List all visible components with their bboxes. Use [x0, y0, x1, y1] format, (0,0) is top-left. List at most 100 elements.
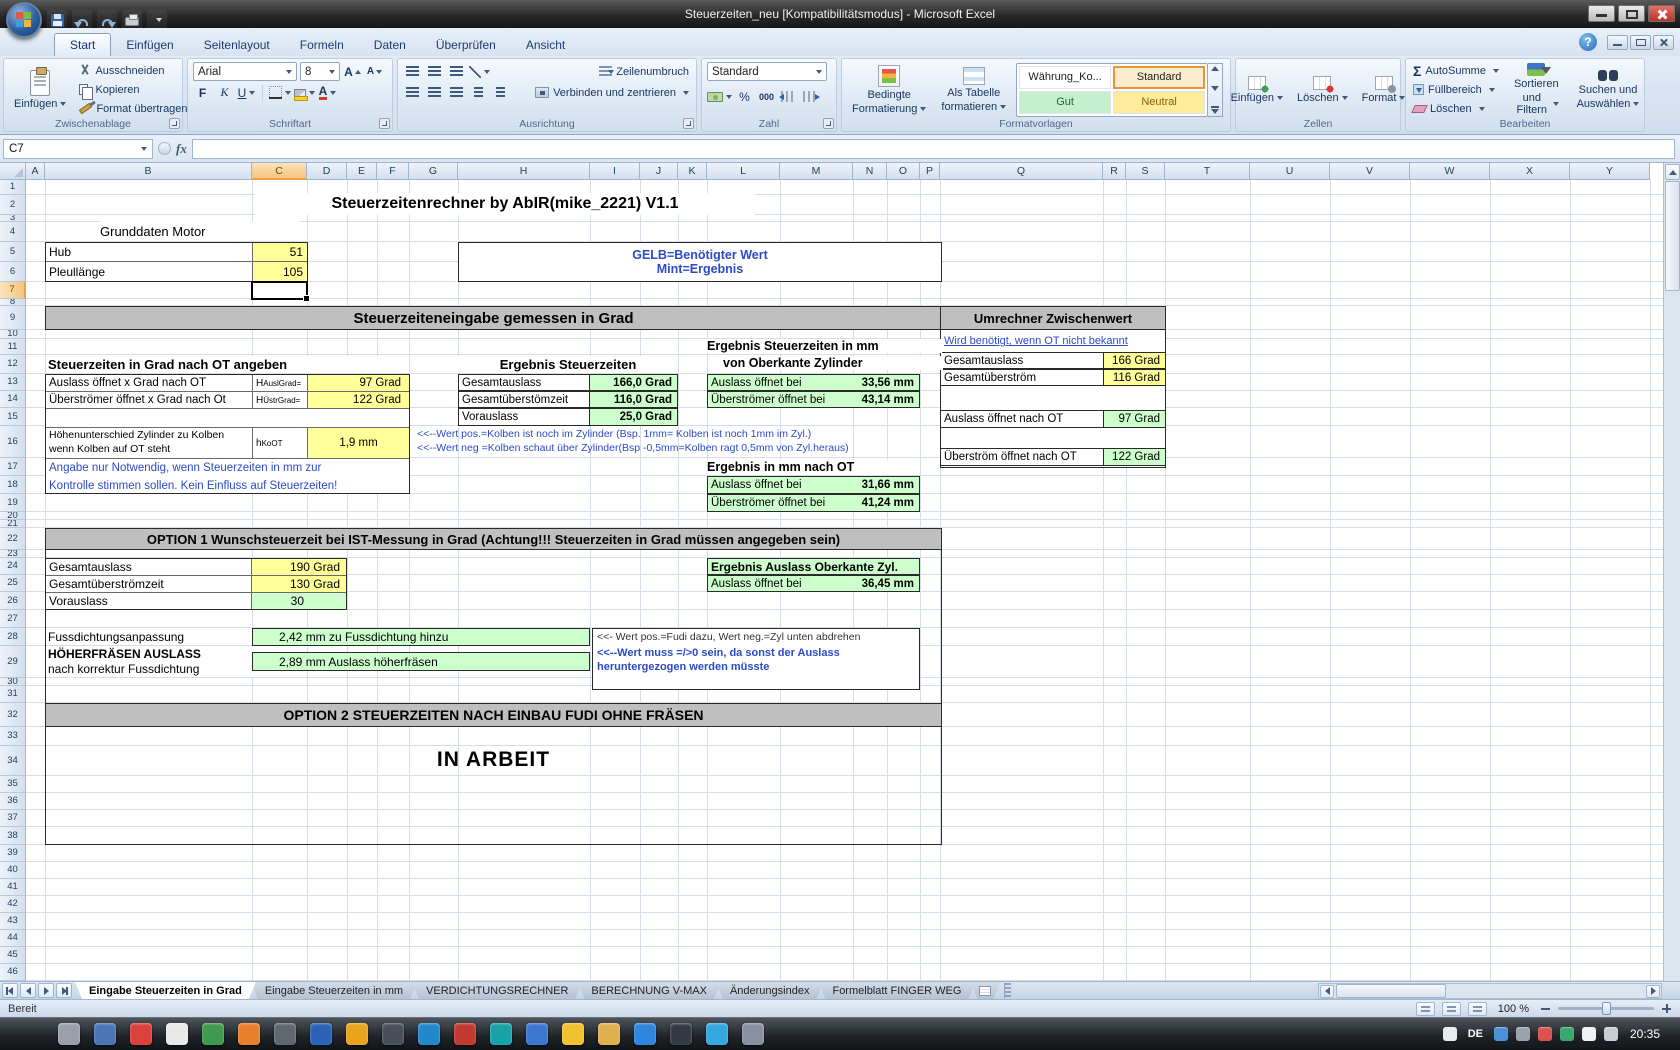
taskbar-app-icon-12[interactable] — [454, 1023, 476, 1045]
sheet-tab-aenderungsindex[interactable]: Änderungsindex — [716, 982, 824, 999]
column-header-B[interactable]: B — [45, 163, 252, 180]
insert-worksheet-tab[interactable] — [970, 982, 1000, 999]
merge-center-button[interactable]: Verbinden und zentrieren — [533, 84, 691, 101]
underline-button[interactable]: U — [237, 83, 256, 102]
column-header-N[interactable]: N — [853, 163, 887, 180]
row-header-10[interactable]: 10 — [0, 330, 26, 339]
row-header-26[interactable]: 26 — [0, 592, 26, 610]
column-header-O[interactable]: O — [887, 163, 920, 180]
zoom-in-button[interactable] — [1661, 1003, 1672, 1014]
accounting-format-button[interactable] — [707, 87, 732, 106]
row-header-18[interactable]: 18 — [0, 476, 26, 494]
first-sheet-button[interactable] — [2, 983, 18, 998]
cell-pleullaenge-value[interactable]: 105 — [252, 262, 307, 281]
column-header-W[interactable]: W — [1410, 163, 1490, 180]
orientation-button[interactable] — [469, 62, 490, 81]
row-header-22[interactable]: 22 — [0, 528, 26, 550]
gallery-down-button[interactable] — [1211, 86, 1219, 91]
tab-seitenlayout[interactable]: Seitenlayout — [189, 33, 285, 56]
column-header-I[interactable]: I — [590, 163, 640, 180]
format-painter-button[interactable]: Format übertragen — [77, 100, 189, 117]
row-header-42[interactable]: 42 — [0, 896, 26, 913]
number-format-combo[interactable]: Standard — [707, 62, 827, 81]
gallery-up-button[interactable] — [1211, 66, 1219, 71]
workbook-close-button[interactable] — [1653, 35, 1674, 50]
cell-auslass-nach-ot-value[interactable]: 97 Grad — [1103, 411, 1165, 427]
taskbar-app-icon-13[interactable] — [490, 1023, 512, 1045]
taskbar-app-icon-7[interactable] — [274, 1023, 296, 1045]
cell-ueberstroem-nach-ot-label[interactable]: Überström öffnet nach OT — [941, 449, 1103, 465]
cell-style-standard[interactable]: Standard — [1113, 66, 1205, 89]
row-header-4[interactable]: 4 — [0, 222, 26, 242]
row-header-31[interactable]: 31 — [0, 686, 26, 703]
row-header-30[interactable]: 30 — [0, 678, 26, 686]
tab-ansicht[interactable]: Ansicht — [511, 33, 580, 56]
align-right-button[interactable] — [447, 83, 466, 102]
column-header-M[interactable]: M — [780, 163, 853, 180]
column-header-A[interactable]: A — [26, 163, 45, 180]
number-dialog-launcher[interactable] — [823, 118, 834, 129]
row-header-7[interactable]: 7 — [0, 282, 26, 299]
decrease-indent-button[interactable] — [469, 83, 488, 102]
cell-opt1-vorauslass-label[interactable]: Vorauslass — [46, 593, 251, 609]
row-header-28[interactable]: 28 — [0, 628, 26, 646]
tray-icon-3[interactable] — [1516, 1027, 1530, 1041]
print-button[interactable] — [122, 10, 142, 30]
delete-cells-button[interactable]: Löschen — [1292, 62, 1353, 117]
taskbar-app-icon-18[interactable] — [670, 1023, 692, 1045]
row-header-44[interactable]: 44 — [0, 930, 26, 947]
row-header-16[interactable]: 16 — [0, 426, 26, 458]
vertical-scrollbar[interactable] — [1663, 163, 1680, 999]
scroll-up-button[interactable] — [1665, 164, 1680, 180]
format-as-table-button[interactable]: Als Tabelle formatieren — [936, 66, 1011, 114]
tray-icon-6[interactable] — [1582, 1027, 1596, 1041]
column-header-U[interactable]: U — [1250, 163, 1330, 180]
wrap-text-button[interactable]: Zeilenumbruch — [597, 63, 691, 80]
last-sheet-button[interactable] — [56, 983, 72, 998]
page-layout-view-button[interactable] — [1442, 1002, 1461, 1016]
insert-cells-button[interactable]: Einfügen — [1226, 62, 1288, 117]
cell-hub-label[interactable]: Hub — [46, 243, 252, 261]
autosum-button[interactable]: ΣAutoSumme — [1411, 62, 1501, 79]
borders-button[interactable] — [269, 83, 291, 102]
taskbar-app-icon-20[interactable] — [742, 1023, 764, 1045]
column-header-T[interactable]: T — [1165, 163, 1250, 180]
taskbar-app-icon-3[interactable] — [130, 1023, 152, 1045]
tab-ueberpruefen[interactable]: Überprüfen — [421, 33, 511, 56]
cell-ueberstroemer-grad-label[interactable]: Überströmer öffnet x Grad nach Ot — [46, 392, 252, 408]
row-header-29[interactable]: 29 — [0, 646, 26, 678]
office-button[interactable] — [6, 2, 42, 38]
row-header-6[interactable]: 6 — [0, 262, 26, 282]
row-header-14[interactable]: 14 — [0, 391, 26, 408]
zoom-level[interactable]: 100 % — [1494, 1003, 1533, 1015]
tray-icon-1[interactable] — [1443, 1027, 1457, 1041]
row-header-43[interactable]: 43 — [0, 913, 26, 930]
workbook-restore-button[interactable] — [1630, 35, 1651, 50]
row-header-9[interactable]: 9 — [0, 306, 26, 330]
format-cells-button[interactable]: Format — [1357, 62, 1411, 117]
font-color-button[interactable]: A — [318, 83, 337, 102]
taskbar-app-icon-2[interactable] — [94, 1023, 116, 1045]
row-header-1[interactable]: 1 — [0, 180, 26, 195]
active-cell-selection[interactable] — [251, 281, 308, 300]
fill-button[interactable]: Füllbereich — [1411, 81, 1501, 98]
row-header-41[interactable]: 41 — [0, 879, 26, 896]
qat-dropdown-button[interactable] — [147, 10, 167, 30]
cell-mm-ot-ueberstroemer-label[interactable]: Überströmer öffnet bei — [708, 495, 849, 511]
row-header-27[interactable]: 27 — [0, 610, 26, 628]
tab-formeln[interactable]: Formeln — [285, 33, 359, 56]
taskbar-app-icon-17[interactable] — [634, 1023, 656, 1045]
scroll-right-button[interactable] — [1646, 985, 1660, 998]
cell-opt1-ueberstroemzeit-label[interactable]: Gesamtüberströmzeit — [46, 576, 251, 592]
column-header-P[interactable]: P — [920, 163, 940, 180]
grow-font-button[interactable]: A — [343, 62, 362, 81]
close-button[interactable] — [1648, 5, 1675, 22]
page-break-view-button[interactable] — [1468, 1002, 1487, 1016]
cell-result-ueberstoemzeit-label[interactable]: Gesamtüberstömzeit — [459, 392, 589, 407]
cell-gesamtueberstroem-value[interactable]: 116 Grad — [1103, 370, 1165, 385]
row-header-13[interactable]: 13 — [0, 374, 26, 391]
font-name-combo[interactable]: Arial — [193, 62, 297, 81]
copy-button[interactable]: Kopieren — [77, 81, 189, 98]
column-header-E[interactable]: E — [347, 163, 377, 180]
column-header-C[interactable]: C — [252, 163, 307, 180]
